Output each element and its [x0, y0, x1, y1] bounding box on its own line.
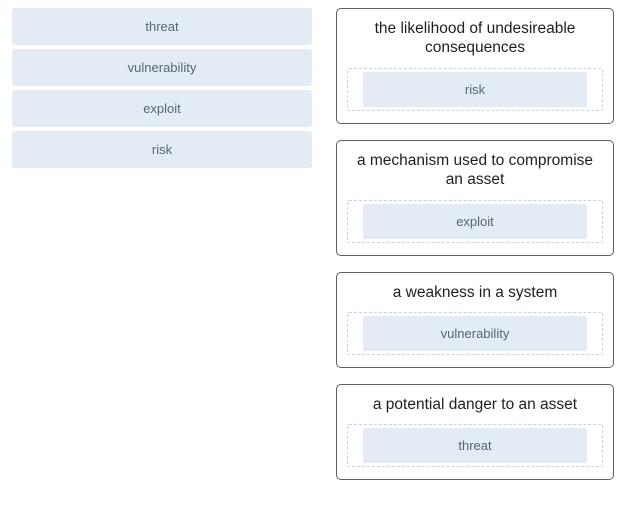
definition-text: a weakness in a system [347, 283, 603, 302]
definition-text: a mechanism used to compromise an asset [347, 151, 603, 190]
terms-column: threat vulnerability exploit risk [12, 8, 312, 480]
term-item[interactable]: exploit [12, 90, 312, 127]
term-item[interactable]: risk [12, 131, 312, 168]
dropped-term[interactable]: threat [363, 428, 587, 463]
dropped-term[interactable]: risk [363, 72, 587, 107]
definition-text: a potential danger to an asset [347, 395, 603, 414]
drop-zone[interactable]: risk [347, 68, 603, 111]
definitions-column: the likelihood of undesireable consequen… [336, 8, 614, 480]
definition-card: the likelihood of undesireable consequen… [336, 8, 614, 124]
matching-exercise: threat vulnerability exploit risk the li… [0, 0, 636, 488]
definition-card: a weakness in a system vulnerability [336, 272, 614, 368]
dropped-term[interactable]: exploit [363, 204, 587, 239]
definition-card: a potential danger to an asset threat [336, 384, 614, 480]
dropped-term[interactable]: vulnerability [363, 316, 587, 351]
term-item[interactable]: threat [12, 8, 312, 45]
term-item[interactable]: vulnerability [12, 49, 312, 86]
drop-zone[interactable]: threat [347, 424, 603, 467]
definition-text: the likelihood of undesireable consequen… [347, 19, 603, 58]
drop-zone[interactable]: exploit [347, 200, 603, 243]
definition-card: a mechanism used to compromise an asset … [336, 140, 614, 256]
drop-zone[interactable]: vulnerability [347, 312, 603, 355]
